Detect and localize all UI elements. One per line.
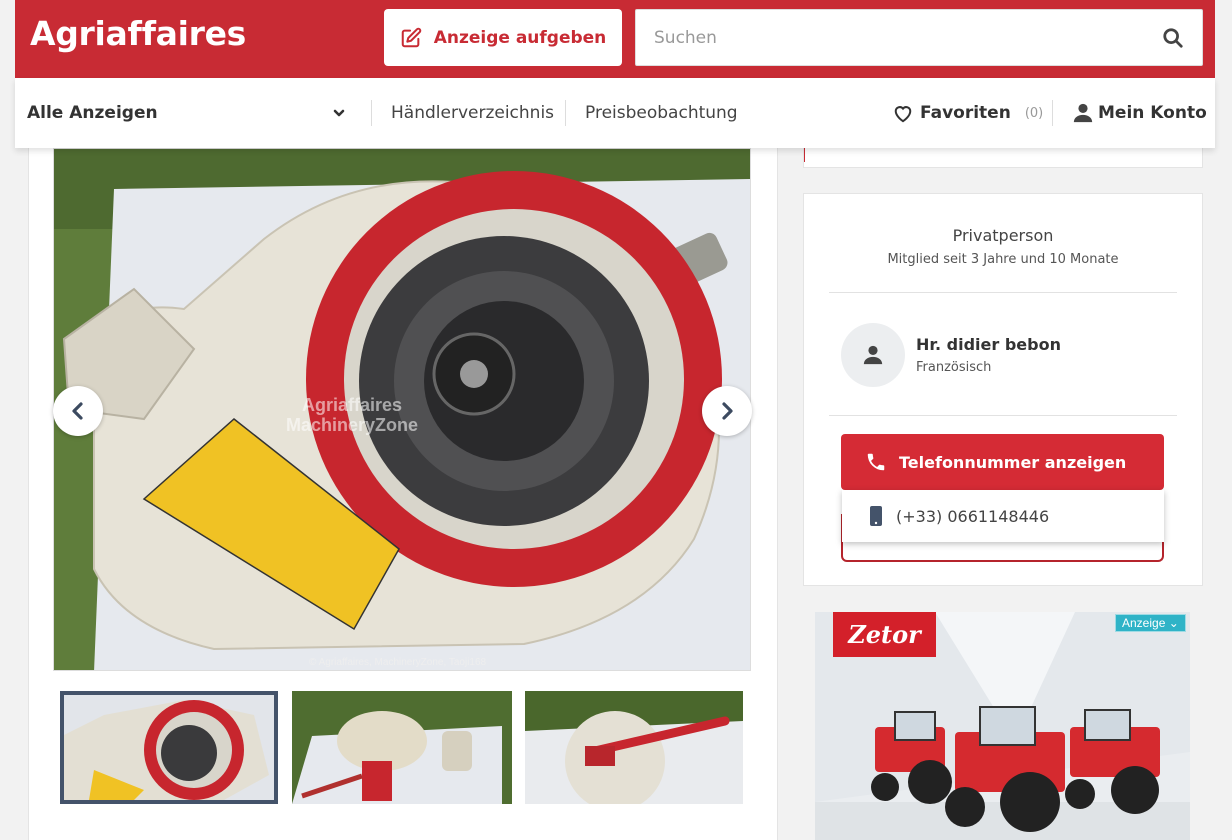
user-icon (1073, 103, 1093, 123)
nav-my-account[interactable]: Mein Konto (1072, 78, 1207, 148)
member-since: Mitglied seit 3 Jahre und 10 Monate (887, 252, 1119, 267)
seller-card: Privatperson Mitglied seit 3 Jahre und 1… (803, 193, 1203, 586)
gallery-thumbnail[interactable] (525, 691, 743, 804)
all-ads-dropdown[interactable]: Alle Anzeigen (27, 78, 347, 148)
post-ad-label: Anzeige aufgeben (433, 27, 607, 48)
search-bar (635, 9, 1203, 66)
nav-divider (1052, 100, 1053, 126)
chevron-right-icon (722, 402, 733, 420)
gallery-thumbnail[interactable] (292, 691, 512, 804)
divider (829, 292, 1177, 293)
summary-card-bottom (803, 148, 1203, 168)
avatar (841, 323, 905, 387)
gallery-thumbnail[interactable] (60, 691, 278, 804)
thumbnail-image (292, 691, 512, 804)
blower-photo: Agriaffaires MachineryZone © Agriaffaire… (54, 149, 750, 670)
nav-favorites[interactable]: Favoriten (0) (892, 78, 1043, 148)
photo-copyright: © Agriaffaires, MachineryZone, Taoji168 (309, 657, 487, 668)
ad-brand-logo: Zetor (833, 612, 936, 657)
seller-type: Privatperson (952, 226, 1054, 245)
thumbnail-image (525, 691, 743, 804)
account-label: Mein Konto (1098, 103, 1207, 123)
top-header: Agriaffaires Anzeige aufgeben (15, 0, 1215, 78)
nav-dealer-directory[interactable]: Händlerverzeichnis (391, 78, 554, 148)
ad-badge-label: Anzeige (1122, 616, 1166, 630)
nav-divider (565, 100, 566, 126)
chevron-down-icon: ⌄ (1168, 616, 1179, 630)
phone-number-popup[interactable]: (+33) 0661148446 (842, 490, 1164, 542)
main-photo[interactable]: Agriaffaires MachineryZone © Agriaffaire… (53, 148, 751, 671)
advertisement[interactable]: Zetor Anzeige ⌄ (815, 612, 1190, 840)
gallery-prev-button[interactable] (53, 386, 103, 436)
ad-badge[interactable]: Anzeige ⌄ (1115, 614, 1186, 632)
site-logo[interactable]: Agriaffaires (30, 14, 246, 53)
favorites-count: (0) (1024, 105, 1044, 121)
gallery-next-button[interactable] (702, 386, 752, 436)
watermark-line1: Agriaffaires (302, 395, 402, 415)
chevron-left-icon (72, 402, 83, 420)
search-icon[interactable] (1144, 9, 1202, 66)
accent-line (804, 148, 805, 162)
phone-icon (867, 453, 885, 471)
post-ad-button[interactable]: Anzeige aufgeben (384, 9, 622, 66)
thumbnail-image (64, 695, 274, 800)
chevron-down-icon[interactable] (331, 105, 347, 121)
mobile-phone-icon (870, 506, 882, 526)
seller-name: Hr. didier bebon (916, 335, 1061, 354)
user-icon (863, 345, 883, 365)
divider (829, 415, 1177, 416)
show-phone-button[interactable]: Telefonnummer anzeigen (841, 434, 1164, 490)
watermark-line2: MachineryZone (286, 415, 418, 435)
search-input[interactable] (636, 10, 1144, 65)
main-nav: Alle Anzeigen Händlerverzeichnis Preisbe… (15, 78, 1215, 148)
seller-language: Französisch (916, 360, 992, 375)
show-phone-label: Telefonnummer anzeigen (899, 452, 1127, 472)
phone-number: (+33) 0661148446 (896, 506, 1050, 526)
heart-icon (894, 106, 912, 123)
favorites-label: Favoriten (920, 103, 1011, 123)
nav-price-watch[interactable]: Preisbeobachtung (585, 78, 738, 148)
edit-icon (401, 27, 421, 47)
nav-divider (371, 100, 372, 126)
